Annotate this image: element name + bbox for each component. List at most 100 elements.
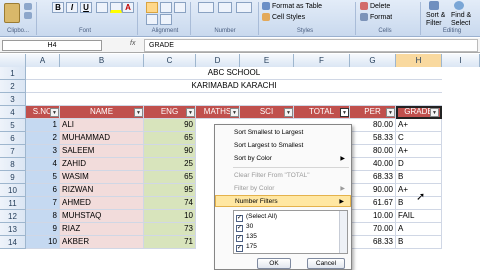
row-header[interactable]: 1 <box>0 67 26 80</box>
empty-row[interactable] <box>26 93 442 106</box>
name-cell[interactable]: RIZWAN <box>60 184 144 197</box>
bold-button[interactable]: B <box>52 2 64 13</box>
menu-number-filters[interactable]: Number Filters ▶ <box>215 195 351 207</box>
name-cell[interactable]: AHMED <box>60 197 144 210</box>
eng-cell[interactable]: 71 <box>144 236 196 249</box>
eng-cell[interactable]: 25 <box>144 158 196 171</box>
column-header[interactable]: C <box>144 54 196 67</box>
eng-cell[interactable]: 90 <box>144 145 196 158</box>
name-cell[interactable]: ALI <box>60 119 144 132</box>
filter-dropdown-icon[interactable]: ▼ <box>230 108 239 117</box>
sheet-subtitle[interactable]: KARIMABAD KARACHI <box>26 80 442 93</box>
per-cell[interactable]: 10.00 <box>350 210 396 223</box>
column-header[interactable]: I <box>442 54 480 67</box>
eng-cell[interactable]: 95 <box>144 184 196 197</box>
column-header[interactable]: E <box>240 54 294 67</box>
eng-cell[interactable]: 90 <box>144 119 196 132</box>
italic-button[interactable]: I <box>66 2 78 13</box>
row-header[interactable]: 9 <box>0 171 26 184</box>
sno-cell[interactable]: 6 <box>26 184 60 197</box>
indent-button[interactable] <box>146 14 158 25</box>
sno-cell[interactable]: 5 <box>26 171 60 184</box>
eng-cell[interactable]: 65 <box>144 132 196 145</box>
filter-option-select-all[interactable]: ✓ (Select All) <box>236 212 277 222</box>
filter-option[interactable]: ✓ 30 <box>236 222 253 232</box>
per-cell[interactable]: 58.33 <box>350 132 396 145</box>
name-cell[interactable]: MUHSTAQ <box>60 210 144 223</box>
checkbox-checked-icon[interactable]: ✓ <box>236 225 243 232</box>
column-header[interactable]: B <box>60 54 144 67</box>
row-header[interactable]: 13 <box>0 223 26 236</box>
checkbox-checked-icon[interactable]: ✓ <box>236 245 243 252</box>
grade-cell[interactable]: C <box>396 132 442 145</box>
copy-icon[interactable] <box>24 12 32 19</box>
menu-sort-ascending[interactable]: Sort Smallest to Largest <box>215 127 351 139</box>
filter-option[interactable]: ✓ 135 <box>236 232 257 242</box>
grade-cell[interactable]: B <box>396 236 442 249</box>
sno-cell[interactable]: 9 <box>26 223 60 236</box>
per-cell[interactable]: 80.00 <box>350 145 396 158</box>
name-cell[interactable]: RIAZ <box>60 223 144 236</box>
row-header[interactable]: 4 <box>0 106 26 119</box>
eng-cell[interactable]: 74 <box>144 197 196 210</box>
row-header[interactable]: 10 <box>0 184 26 197</box>
menu-sort-by-color[interactable]: Sort by Color ▶ <box>215 153 351 165</box>
eng-cell[interactable]: 10 <box>144 210 196 223</box>
column-header[interactable]: A <box>26 54 60 67</box>
eng-cell[interactable]: 73 <box>144 223 196 236</box>
sno-cell[interactable]: 2 <box>26 132 60 145</box>
column-header[interactable]: G <box>350 54 396 67</box>
name-cell[interactable]: AKBER <box>60 236 144 249</box>
filter-dropdown-icon[interactable]: ▼ <box>430 108 439 117</box>
checkbox-checked-icon[interactable]: ✓ <box>236 235 243 242</box>
per-cell[interactable]: 40.00 <box>350 158 396 171</box>
sno-cell[interactable]: 7 <box>26 197 60 210</box>
align-right-button[interactable] <box>174 2 186 13</box>
row-header[interactable]: 14 <box>0 236 26 249</box>
format-as-table-button[interactable]: Format as Table <box>272 1 322 12</box>
sno-cell[interactable]: 1 <box>26 119 60 132</box>
filter-value-list[interactable]: ✓ (Select All) ✓ 30 ✓ 135 ✓ 175 <box>233 210 348 254</box>
currency-button[interactable] <box>198 2 214 13</box>
cut-icon[interactable] <box>24 3 32 10</box>
align-left-button[interactable] <box>146 2 158 13</box>
row-header[interactable]: 5 <box>0 119 26 132</box>
borders-button[interactable] <box>96 2 108 13</box>
row-header[interactable]: 3 <box>0 93 26 106</box>
cancel-button[interactable]: Cancel <box>307 258 345 269</box>
delete-button[interactable]: Delete <box>370 1 390 12</box>
sno-cell[interactable]: 4 <box>26 158 60 171</box>
outdent-button[interactable] <box>160 14 172 25</box>
eng-cell[interactable]: 65 <box>144 171 196 184</box>
row-header[interactable]: 12 <box>0 210 26 223</box>
percent-button[interactable] <box>218 2 232 13</box>
per-cell[interactable]: 68.33 <box>350 236 396 249</box>
grade-cell[interactable]: B <box>396 171 442 184</box>
filter-list-scrollbar[interactable] <box>339 211 347 253</box>
column-header[interactable]: D <box>196 54 240 67</box>
per-cell[interactable]: 90.00 <box>350 184 396 197</box>
column-header-selected[interactable]: H <box>396 54 442 67</box>
filter-option[interactable]: ✓ 175 <box>236 242 257 252</box>
grade-cell[interactable]: A+ <box>396 145 442 158</box>
formula-input[interactable]: GRADE <box>144 39 478 52</box>
comma-style-button[interactable] <box>236 2 252 13</box>
name-box[interactable]: H4 <box>2 40 102 51</box>
checkbox-checked-icon[interactable]: ✓ <box>236 215 243 222</box>
name-cell[interactable]: MUHAMMAD <box>60 132 144 145</box>
row-header[interactable]: 8 <box>0 158 26 171</box>
per-cell[interactable]: 80.00 <box>350 119 396 132</box>
column-header[interactable]: F <box>294 54 350 67</box>
row-header[interactable]: 11 <box>0 197 26 210</box>
menu-sort-descending[interactable]: Sort Largest to Smallest <box>215 140 351 152</box>
align-center-button[interactable] <box>160 2 172 13</box>
grade-cell[interactable]: A <box>396 223 442 236</box>
row-header[interactable]: 6 <box>0 132 26 145</box>
per-cell[interactable]: 70.00 <box>350 223 396 236</box>
per-cell[interactable]: 68.33 <box>350 171 396 184</box>
filter-dropdown-icon[interactable]: ▼ <box>134 108 143 117</box>
filter-dropdown-icon[interactable]: ▼ <box>50 108 59 117</box>
font-color-button[interactable]: A <box>122 2 134 13</box>
sno-cell[interactable]: 3 <box>26 145 60 158</box>
insert-function-icon[interactable]: fx <box>130 40 135 47</box>
